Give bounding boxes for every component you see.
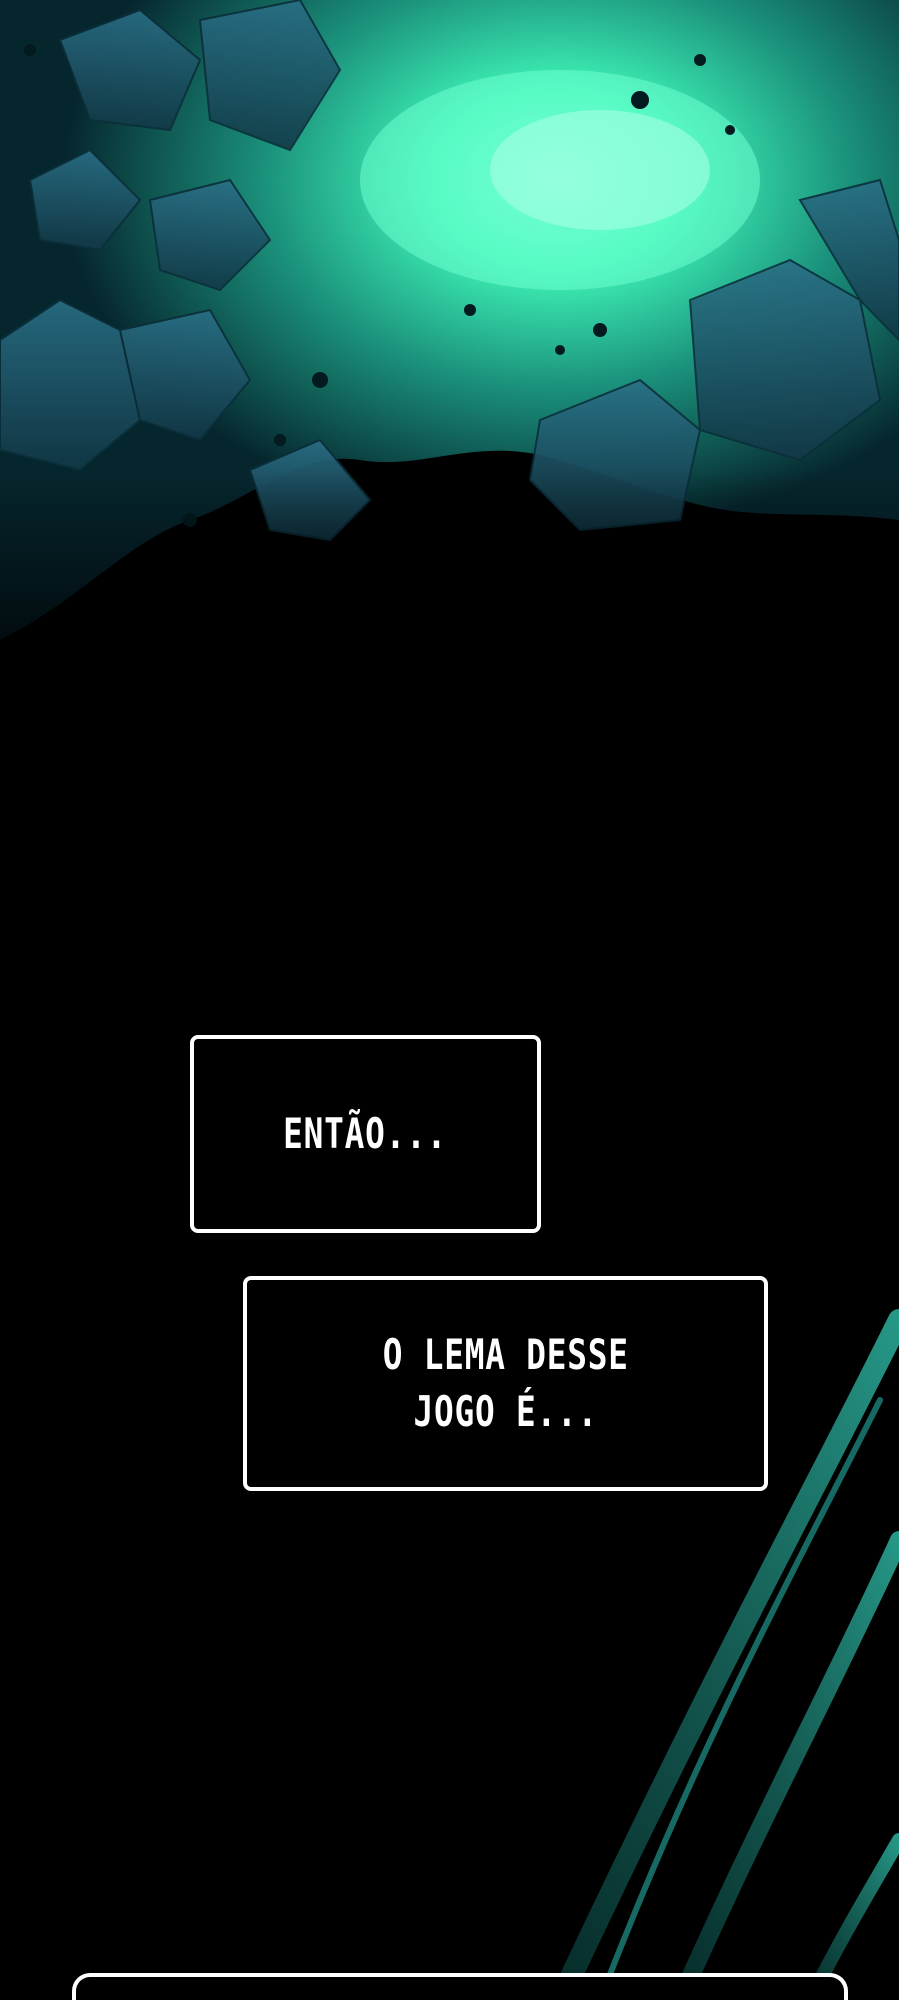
- glowing-figure-illustration: [0, 0, 899, 720]
- caption-box-entao: ENTÃO...: [190, 1035, 541, 1233]
- comic-page: ENTÃO... O LEMA DESSE JOGO É...: [0, 0, 899, 2000]
- caption-text: O LEMA DESSE JOGO É...: [382, 1329, 629, 1436]
- caption-text: ENTÃO...: [283, 1108, 448, 1158]
- caption-box-lema: O LEMA DESSE JOGO É...: [243, 1276, 768, 1491]
- caption-box-partial: [72, 1973, 848, 2000]
